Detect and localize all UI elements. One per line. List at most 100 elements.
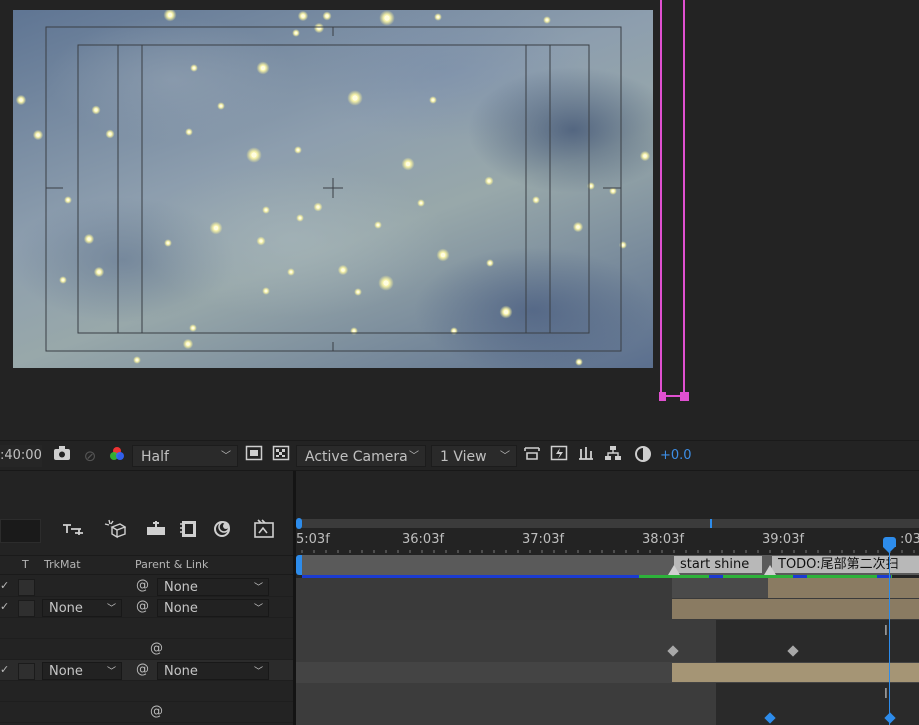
parent-dropdown[interactable]: None ﹀ (157, 578, 269, 596)
parent-pick-whip-icon[interactable]: @ (136, 599, 149, 614)
layer-track[interactable] (296, 704, 919, 725)
ruler-label: :03 (900, 532, 919, 547)
motion-blur-icon[interactable] (177, 519, 203, 545)
mask-vertex[interactable] (659, 392, 666, 401)
layer-outline: T TrkMat Parent & Link ✓ @ None ﹀ ✓ None ﹀… (0, 471, 293, 725)
ibeam-icon: I (884, 687, 888, 702)
chevron-down-icon: ﹀ (253, 583, 263, 593)
shy-icon[interactable] (102, 519, 128, 545)
layer-track-selected[interactable] (296, 662, 919, 683)
resolution-dropdown[interactable]: Half ﹀ (132, 445, 238, 467)
layer-duration-bar[interactable] (672, 663, 919, 682)
region-icon[interactable] (244, 445, 264, 467)
trkmat-value: None (49, 601, 83, 616)
flowchart-icon[interactable] (603, 445, 623, 467)
layer-row[interactable]: @ (0, 639, 293, 660)
exposure-value[interactable]: +0.0 (660, 445, 692, 467)
layer-duration-bar[interactable] (672, 578, 768, 598)
parent-dropdown[interactable]: None ﹀ (157, 662, 269, 680)
comp-marker-todo[interactable]: TODO:尾部第二次扫 (772, 556, 919, 573)
parent-pick-whip-icon[interactable]: @ (136, 662, 149, 677)
timeline-graph-area[interactable]: 5:03f 36:03f 37:03f 38:03f 39:03f :03 st… (296, 471, 919, 725)
time-navigator[interactable] (298, 519, 919, 528)
playhead-pointer (883, 547, 895, 553)
layer-row[interactable]: ✓ None ﹀ @ None ﹀ (0, 597, 293, 618)
mask-vertex[interactable] (680, 392, 689, 401)
timeline-icon[interactable] (576, 445, 596, 467)
track-matte-toggle[interactable] (18, 600, 35, 617)
comp-marker-start-shine[interactable]: start shine (674, 556, 762, 573)
checkmark-icon: ✓ (0, 663, 10, 676)
composition-viewer[interactable] (0, 0, 919, 440)
mask-path-shape[interactable] (659, 0, 689, 402)
chevron-down-icon: ﹀ (253, 667, 263, 677)
graph-editor-icon[interactable] (209, 519, 235, 545)
ruler-label: 36:03f (402, 532, 445, 547)
parent-dropdown[interactable]: None ﹀ (157, 599, 269, 617)
exposure-icon[interactable] (633, 445, 653, 467)
parent-value: None (164, 580, 198, 595)
track-matte-toggle[interactable] (18, 579, 35, 596)
work-area-start-handle[interactable] (296, 555, 302, 575)
trkmat-dropdown[interactable]: None ﹀ (42, 599, 122, 617)
particle-stars (15, 10, 651, 366)
layer-track[interactable]: I (296, 683, 919, 704)
navigator-start-handle[interactable] (296, 518, 302, 529)
playhead-handle[interactable] (883, 537, 896, 547)
camera-value: Active Camera (305, 449, 408, 465)
transparency-grid-icon[interactable] (271, 445, 291, 467)
layer-track[interactable]: I (296, 620, 919, 641)
marker-pin (764, 565, 776, 575)
checkmark-icon: ✓ (0, 600, 10, 613)
layer-duration-bar[interactable] (672, 599, 919, 619)
timecode-display[interactable]: :40:00 (0, 445, 42, 467)
checkmark-icon: ✓ (0, 579, 10, 592)
layer-row[interactable]: @ (0, 702, 293, 723)
parent-value: None (164, 601, 198, 616)
keyframe-icon[interactable] (667, 645, 679, 657)
column-header-trkmat[interactable]: TrkMat (44, 555, 81, 575)
layer-track[interactable] (296, 641, 919, 662)
playhead-line[interactable] (889, 545, 890, 725)
parent-pick-whip-icon[interactable]: @ (136, 578, 149, 593)
layer-search-input[interactable] (0, 519, 41, 543)
trkmat-dropdown[interactable]: None ﹀ (42, 662, 122, 680)
layer-track[interactable] (296, 599, 919, 620)
column-header-t[interactable]: T (22, 555, 29, 575)
views-value: 1 View (440, 449, 487, 465)
chevron-down-icon: ﹀ (409, 451, 419, 462)
navigator-cti (710, 519, 712, 528)
ruler-label: 39:03f (762, 532, 805, 547)
layer-row-selected[interactable]: ✓ None ﹀ @ None ﹀ (0, 660, 293, 681)
layer-row[interactable] (0, 618, 293, 639)
layer-duration-bar[interactable] (768, 578, 919, 598)
track-matte-toggle[interactable] (18, 663, 35, 680)
ibeam-icon: I (884, 624, 888, 639)
chevron-down-icon: ﹀ (253, 604, 263, 614)
composition-frame[interactable] (13, 10, 653, 368)
trkmat-value: None (49, 664, 83, 679)
chevron-down-icon: ﹀ (500, 451, 510, 462)
comp-marker-icon[interactable] (251, 519, 277, 545)
layer-row[interactable] (0, 681, 293, 702)
snapshot-icon[interactable]: ⊘ (80, 445, 100, 467)
frame-blending-icon[interactable] (143, 519, 169, 545)
ruler-label: 37:03f (522, 532, 565, 547)
viewer-toolbar: :40:00 ⊘ Half ﹀ Active Camera ﹀ 1 View ﹀ +0… (0, 440, 919, 471)
reset-view-icon[interactable] (522, 445, 542, 467)
layer-row[interactable]: ✓ @ None ﹀ (0, 576, 293, 597)
ruler-label: 5:03f (296, 532, 330, 547)
time-ruler[interactable]: 5:03f 36:03f 37:03f 38:03f 39:03f :03 (296, 529, 919, 553)
ruler-label: 38:03f (642, 532, 685, 547)
marker-pin (668, 565, 680, 575)
fast-preview-icon[interactable] (549, 445, 569, 467)
draft-3d-icon[interactable] (60, 519, 86, 545)
parent-pick-whip-icon[interactable]: @ (150, 641, 163, 656)
camera-icon[interactable] (52, 445, 72, 467)
parent-pick-whip-icon[interactable]: @ (150, 704, 163, 719)
views-dropdown[interactable]: 1 View ﹀ (431, 445, 517, 467)
color-channels-icon[interactable] (107, 445, 127, 467)
camera-dropdown[interactable]: Active Camera ﹀ (296, 445, 426, 467)
column-header-parent[interactable]: Parent & Link (135, 555, 208, 575)
layer-track[interactable] (296, 578, 919, 599)
